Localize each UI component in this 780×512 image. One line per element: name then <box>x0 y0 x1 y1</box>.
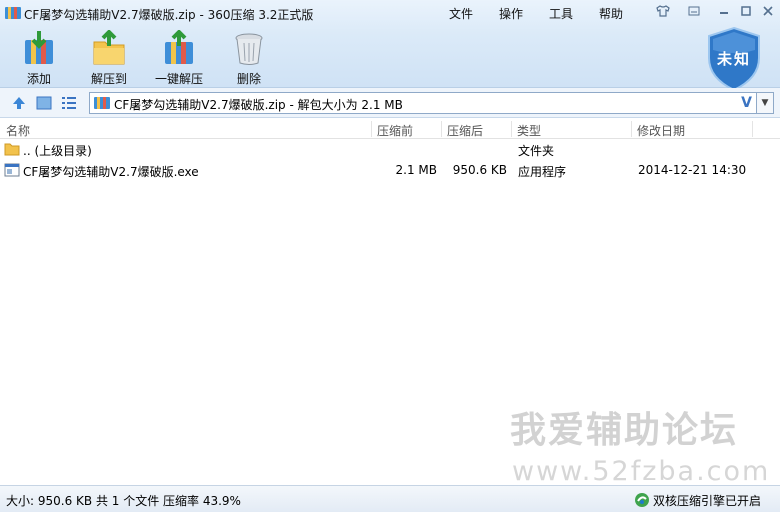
window-title: CF屠梦勾选辅助V2.7爆破版.zip - 360压缩 3.2正式版 <box>24 8 314 22</box>
column-divider[interactable] <box>371 121 372 137</box>
add-button[interactable]: 添加 <box>7 30 71 86</box>
file-type: 应用程序 <box>518 165 567 179</box>
column-compressed-after[interactable]: 压缩后 <box>447 122 483 139</box>
file-modified: 2014-12-21 14:30 <box>638 163 747 177</box>
status-bar: 大小: 950.6 KB 共 1 个文件 压缩率 43.9% 双核压缩引擎已开启 <box>0 485 780 512</box>
zip-file-icon <box>94 97 110 109</box>
column-name[interactable]: 名称 <box>6 122 30 139</box>
file-size-before: 2.1 MB <box>395 163 437 177</box>
extract-to-button[interactable]: 解压到 <box>77 30 141 86</box>
maximize-icon[interactable] <box>736 3 756 19</box>
minimize-icon[interactable] <box>714 3 734 19</box>
security-status-label: 未知 <box>716 50 751 68</box>
up-arrow-icon[interactable] <box>11 95 27 111</box>
menu-file[interactable]: 文件 <box>449 5 473 22</box>
delete-button[interactable]: 删除 <box>217 30 281 86</box>
thumbnail-view-icon[interactable] <box>36 95 52 111</box>
column-modified[interactable]: 修改日期 <box>637 122 685 139</box>
close-icon[interactable] <box>758 3 778 19</box>
address-row: CF屠梦勾选辅助V2.7爆破版.zip - 解包大小为 2.1 MB V ▼ <box>0 88 780 118</box>
add-archive-icon <box>25 31 53 64</box>
folder-icon <box>4 143 20 156</box>
table-row[interactable]: CF屠梦勾选辅助V2.7爆破版.exe 2.1 MB 950.6 KB 应用程序… <box>0 160 780 180</box>
title-bar: CF屠梦勾选辅助V2.7爆破版.zip - 360压缩 3.2正式版 文件 操作… <box>0 0 780 26</box>
add-label: 添加 <box>26 72 51 86</box>
column-divider[interactable] <box>631 121 632 137</box>
one-click-extract-button[interactable]: 一键解压 <box>147 30 211 86</box>
engine-status-label: 双核压缩引擎已开启 <box>653 493 762 508</box>
exe-file-icon <box>4 163 20 177</box>
column-compressed-before[interactable]: 压缩前 <box>377 122 413 139</box>
column-divider[interactable] <box>511 121 512 137</box>
watermark-title: 我爱辅助论坛 <box>510 410 739 451</box>
table-row[interactable]: .. (上级目录) 文件夹 <box>0 139 780 159</box>
menu-help[interactable]: 帮助 <box>599 5 623 22</box>
extract-folder-icon <box>93 30 125 65</box>
skin-icon[interactable] <box>653 3 673 19</box>
file-size-after: 950.6 KB <box>452 163 507 177</box>
column-divider[interactable] <box>752 121 753 137</box>
file-type: 文件夹 <box>518 144 555 158</box>
extract-to-label: 解压到 <box>90 72 127 86</box>
verify-icon[interactable]: V <box>741 95 752 111</box>
address-path: CF屠梦勾选辅助V2.7爆破版.zip - 解包大小为 2.1 MB <box>114 98 403 112</box>
menu-tools[interactable]: 工具 <box>549 5 573 22</box>
list-view-icon[interactable] <box>61 95 77 111</box>
one-click-extract-icon <box>165 30 193 64</box>
list-header: 名称 压缩前 压缩后 类型 修改日期 <box>0 119 780 139</box>
one-click-extract-label: 一键解压 <box>154 72 203 86</box>
file-name: CF屠梦勾选辅助V2.7爆破版.exe <box>23 165 199 179</box>
status-summary: 大小: 950.6 KB 共 1 个文件 压缩率 43.9% <box>6 494 241 508</box>
watermark-url: www.52fzba.com <box>512 456 771 487</box>
address-field[interactable]: CF屠梦勾选辅助V2.7爆破版.zip - 解包大小为 2.1 MB V <box>89 92 757 114</box>
dual-core-engine-indicator[interactable]: 双核压缩引擎已开启 <box>634 491 761 509</box>
engine-icon <box>635 493 649 507</box>
column-type[interactable]: 类型 <box>517 122 541 139</box>
top-band: CF屠梦勾选辅助V2.7爆破版.zip - 360压缩 3.2正式版 文件 操作… <box>0 0 780 92</box>
address-dropdown-button[interactable]: ▼ <box>757 92 774 114</box>
trash-icon <box>235 33 263 65</box>
chevron-down-icon: ▼ <box>761 98 769 108</box>
column-divider[interactable] <box>441 121 442 137</box>
minimize-to-tray-icon[interactable] <box>684 3 704 19</box>
delete-label: 删除 <box>236 72 261 86</box>
zip-app-icon <box>5 7 21 19</box>
menu-operate[interactable]: 操作 <box>499 5 523 22</box>
file-name: .. (上级目录) <box>23 144 92 158</box>
